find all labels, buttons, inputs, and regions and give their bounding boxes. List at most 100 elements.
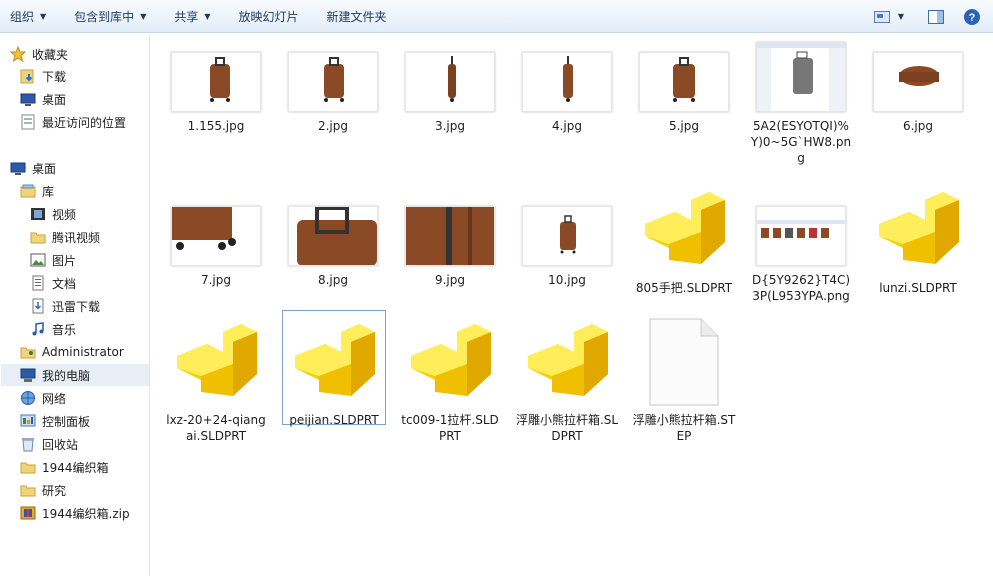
command-bar: 组织 ▼ 包含到库中 ▼ 共享 ▼ 放映幻灯片 新建文件夹 ▼ ? — [0, 0, 993, 33]
nav-label: 音乐 — [52, 322, 77, 337]
sldprt-file-icon — [639, 184, 729, 274]
sldprt-file-icon — [873, 184, 963, 274]
control-panel-icon — [20, 413, 36, 429]
nav-tencent-video[interactable]: 腾讯视频 — [30, 226, 100, 248]
file-item[interactable]: 10.jpg — [515, 206, 619, 288]
nav-label: 下载 — [42, 69, 67, 84]
share-label: 共享 — [174, 9, 199, 24]
recent-places-icon — [20, 114, 36, 130]
nav-video[interactable]: 视频 — [30, 203, 76, 225]
view-options-chevron-icon[interactable]: ▼ — [895, 8, 907, 26]
image-thumbnail — [288, 52, 378, 112]
file-item[interactable]: D{5Y9262}T4C)3P(L953YPA.png — [749, 206, 853, 304]
folder-icon — [20, 459, 36, 475]
organize-label: 组织 — [10, 9, 35, 24]
file-item[interactable]: lunzi.SLDPRT — [866, 184, 970, 296]
nav-label: 控制面板 — [42, 414, 91, 429]
include-library-button[interactable]: 包含到库中 ▼ — [64, 0, 146, 33]
nav-xunlei[interactable]: 迅雷下载 — [30, 295, 100, 317]
file-item-selected[interactable]: peijian.SLDPRT — [282, 310, 386, 427]
new-folder-button[interactable]: 新建文件夹 — [317, 0, 387, 33]
file-name: tc009-1拉杆.SLDPRT — [401, 413, 499, 443]
svg-text:?: ? — [969, 12, 976, 24]
desktop-icon — [10, 160, 26, 176]
nav-research[interactable]: 研究 — [20, 479, 66, 501]
image-thumbnail — [171, 52, 261, 112]
file-item[interactable]: 3.jpg — [398, 52, 502, 134]
nav-label: 最近访问的位置 — [42, 115, 127, 130]
file-item[interactable]: 8.jpg — [281, 206, 385, 288]
organize-button[interactable]: 组织 ▼ — [0, 0, 46, 33]
nav-documents[interactable]: 文档 — [30, 272, 76, 294]
nav-administrator[interactable]: Administrator — [20, 341, 124, 363]
file-name: 6.jpg — [902, 119, 934, 133]
pictures-library-icon — [30, 252, 46, 268]
file-item[interactable]: 浮雕小熊拉杆箱.STEP — [632, 316, 736, 444]
file-name: 2.jpg — [317, 119, 349, 133]
file-item[interactable]: 2.jpg — [281, 52, 385, 134]
music-library-icon — [30, 321, 46, 337]
nav-label: 桌面 — [42, 92, 67, 107]
download-library-icon — [30, 298, 46, 314]
preview-pane-icon[interactable] — [925, 8, 947, 26]
sldprt-file-icon — [522, 316, 612, 406]
image-thumbnail — [405, 206, 495, 266]
file-item[interactable]: 9.jpg — [398, 206, 502, 288]
nav-label: 视频 — [52, 207, 77, 222]
nav-recent[interactable]: 最近访问的位置 — [20, 111, 126, 133]
new-folder-label: 新建文件夹 — [326, 9, 387, 24]
nav-label: 桌面 — [32, 161, 57, 176]
folder-icon — [20, 482, 36, 498]
nav-zip-1944[interactable]: 1944编织箱.zip — [20, 502, 130, 524]
nav-libraries[interactable]: 库 — [20, 180, 54, 202]
computer-icon — [20, 367, 36, 383]
file-name: 9.jpg — [434, 273, 466, 287]
nav-recycle-bin[interactable]: 回收站 — [20, 433, 78, 455]
sldprt-file-icon — [171, 316, 261, 406]
nav-control-panel[interactable]: 控制面板 — [20, 410, 90, 432]
slideshow-button[interactable]: 放映幻灯片 — [229, 0, 299, 33]
file-name: 7.jpg — [200, 273, 232, 287]
help-icon[interactable]: ? — [961, 8, 983, 26]
file-name: 4.jpg — [551, 119, 583, 133]
file-item[interactable]: 805手把.SLDPRT — [632, 184, 736, 296]
file-item[interactable]: tc009-1拉杆.SLDPRT — [398, 316, 502, 444]
nav-label: 我的电脑 — [42, 368, 91, 383]
user-folder-icon — [20, 344, 36, 360]
file-name: 3.jpg — [434, 119, 466, 133]
nav-desktop[interactable]: 桌面 — [10, 157, 56, 179]
file-item[interactable]: 4.jpg — [515, 52, 619, 134]
network-icon — [20, 390, 36, 406]
chevron-down-icon: ▼ — [140, 11, 147, 21]
image-thumbnail — [171, 206, 261, 266]
nav-music[interactable]: 音乐 — [30, 318, 76, 340]
nav-pictures[interactable]: 图片 — [30, 249, 76, 271]
blank-document-icon — [639, 316, 729, 406]
share-button[interactable]: 共享 ▼ — [164, 0, 210, 33]
nav-network[interactable]: 网络 — [20, 387, 66, 409]
change-view-icon[interactable] — [871, 8, 893, 26]
file-item[interactable]: 7.jpg — [164, 206, 268, 288]
nav-downloads[interactable]: 下载 — [20, 65, 66, 87]
nav-favorites[interactable]: 收藏夹 — [10, 43, 68, 65]
file-item[interactable]: 5A2(ESYOTQI)%Y)0~5G`HW8.png — [749, 42, 853, 166]
nav-label: 库 — [42, 184, 55, 199]
download-folder-icon — [20, 68, 36, 84]
file-item[interactable]: 1.155.jpg — [164, 52, 268, 134]
nav-folder-1944[interactable]: 1944编织箱 — [20, 456, 109, 478]
file-item[interactable]: 6.jpg — [866, 52, 970, 134]
file-name: peijian.SLDPRT — [289, 413, 379, 427]
slideshow-label: 放映幻灯片 — [238, 9, 299, 24]
desktop-icon — [20, 91, 36, 107]
file-item[interactable]: lxz-20+24-qiangai.SLDPRT — [164, 316, 268, 444]
image-thumbnail — [756, 42, 846, 112]
nav-computer[interactable]: 我的电脑 — [1, 364, 149, 386]
image-thumbnail — [756, 206, 846, 266]
chevron-down-icon: ▼ — [204, 11, 211, 21]
file-item[interactable]: 5.jpg — [632, 52, 736, 134]
file-list: 1.155.jpg 2.jpg 3.jpg 4.jpg 5.jpg 5A2(ES… — [151, 34, 993, 576]
image-thumbnail — [873, 52, 963, 112]
file-item[interactable]: 浮雕小熊拉杆箱.SLDPRT — [515, 316, 619, 444]
file-name: lxz-20+24-qiangai.SLDPRT — [166, 413, 266, 443]
nav-desktop-fav[interactable]: 桌面 — [20, 88, 66, 110]
